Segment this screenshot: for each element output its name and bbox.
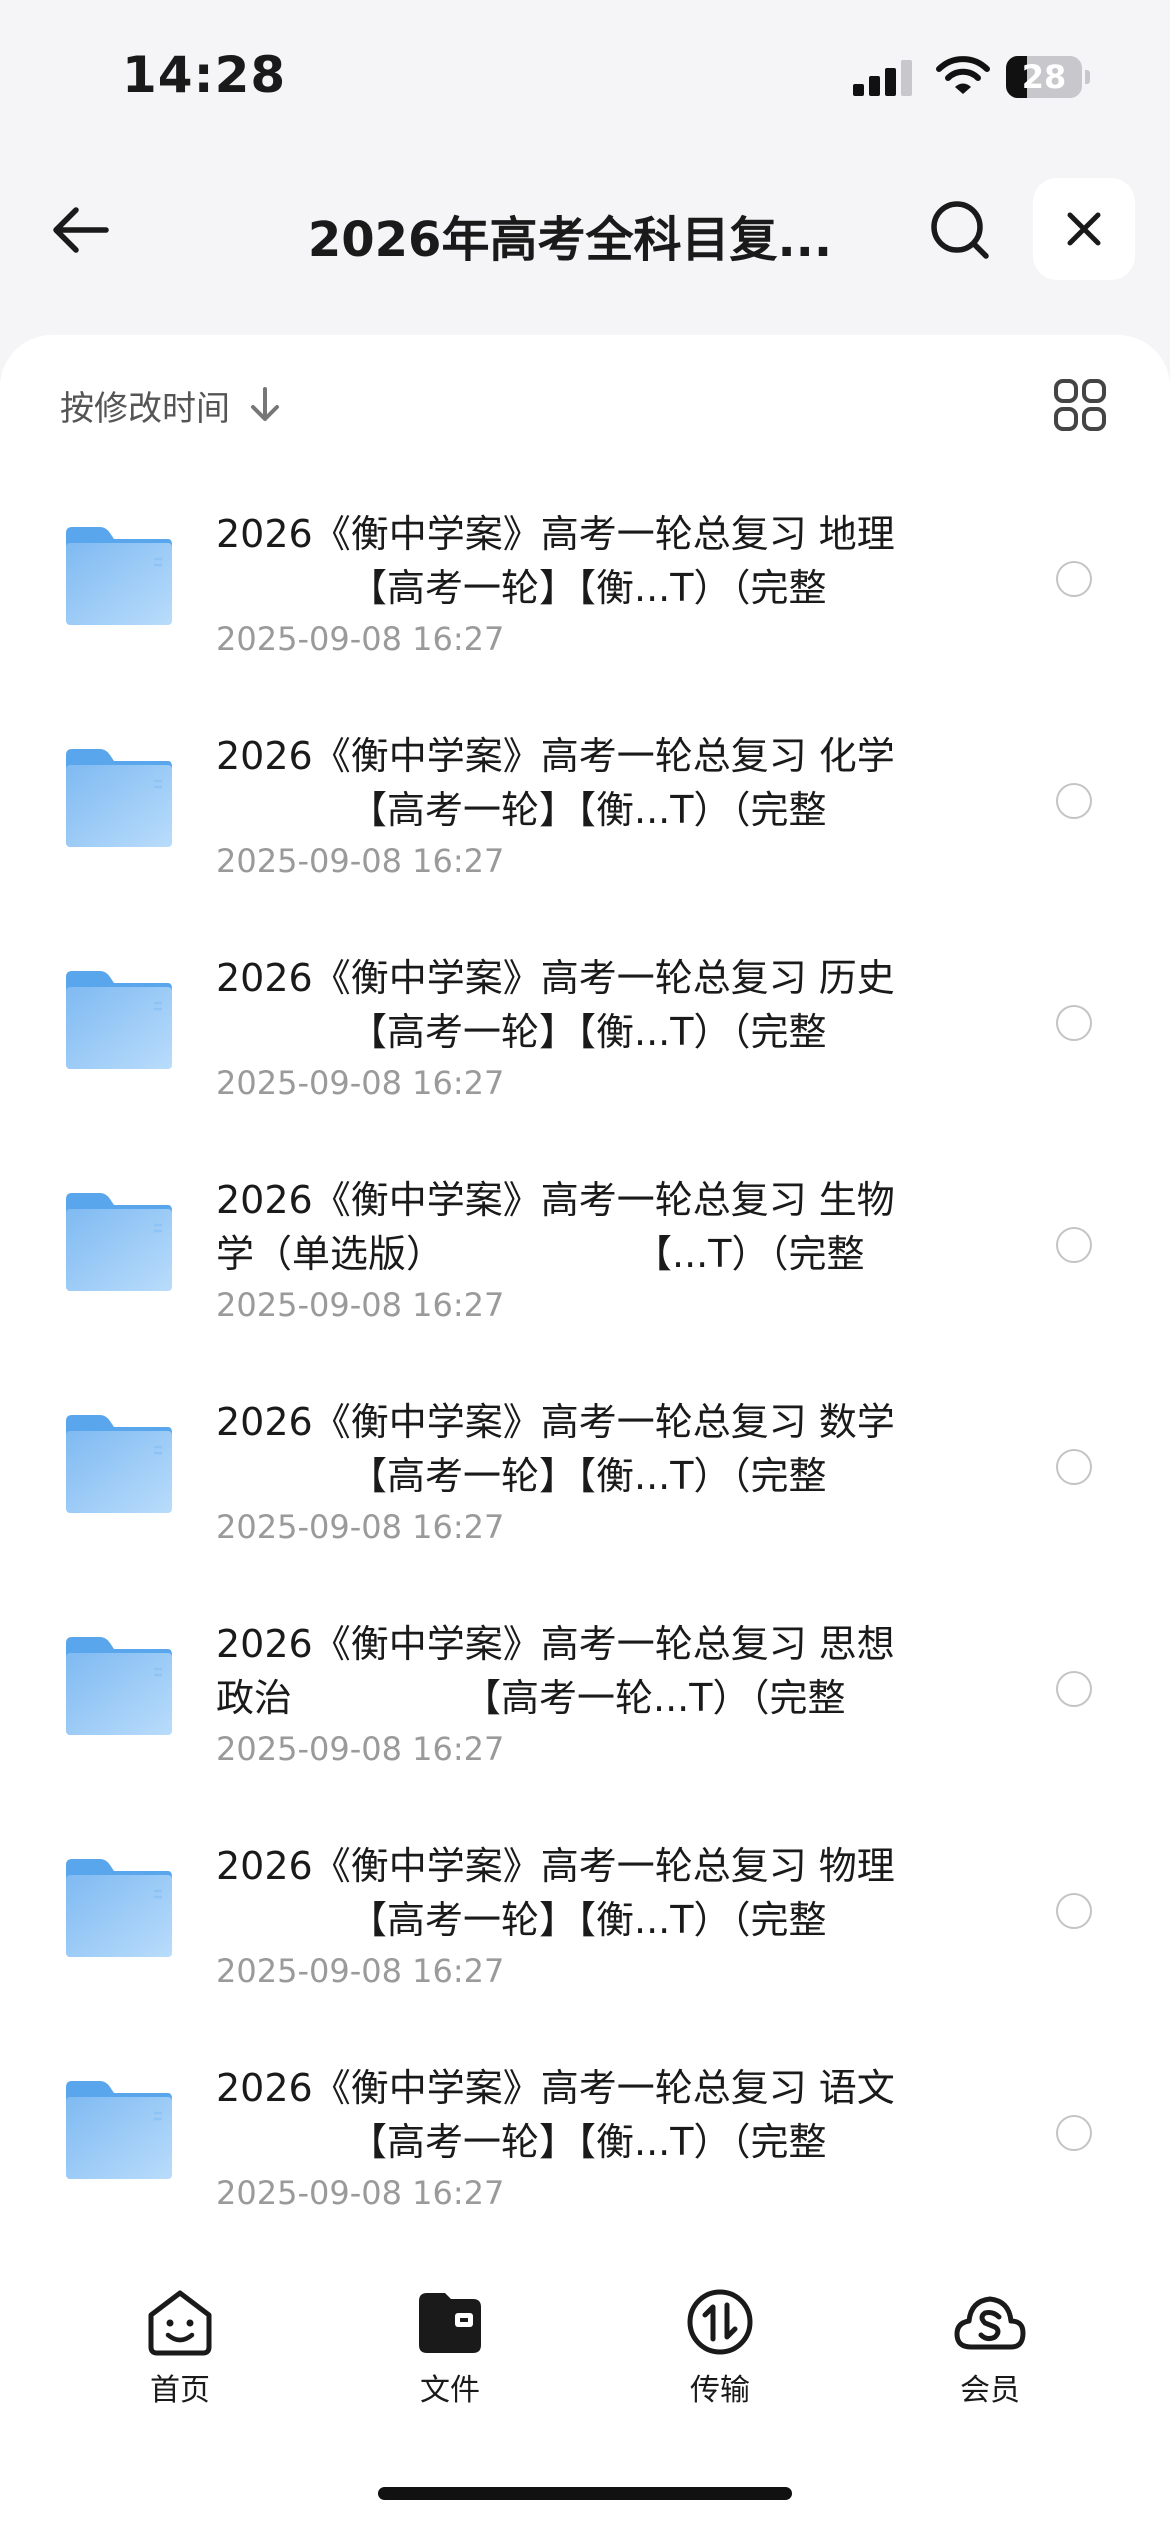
file-date: 2025-09-08 16:27 <box>216 2174 505 2212</box>
file-name: 2026《衡中学案》高考一轮总复习 物理 【高考一轮】【衡...T）（完整 <box>216 1844 895 1942</box>
select-radio[interactable] <box>1056 2115 1092 2151</box>
list-item[interactable]: 2026《衡中学案》高考一轮总复习 数学 【高考一轮】【衡...T）（完整 20… <box>0 1353 1170 1575</box>
home-smile-icon <box>148 2290 212 2356</box>
tab-label: 传输 <box>690 2373 750 2408</box>
arrow-left-icon <box>53 207 109 253</box>
wifi-icon <box>936 56 990 94</box>
arrow-down-icon <box>251 387 279 421</box>
battery-icon: 28 <box>1006 56 1090 98</box>
navigation-bar: 2026年高考全科目复... <box>0 160 1170 300</box>
list-item[interactable]: 2026《衡中学案》高考一轮总复习 历史 【高考一轮】【衡...T）（完整 20… <box>0 909 1170 1131</box>
file-date: 2025-09-08 16:27 <box>216 1730 505 1768</box>
list-item[interactable]: 2026《衡中学案》高考一轮总复习 地理 【高考一轮】【衡...T）（完整 20… <box>0 465 1170 687</box>
list-item[interactable]: 2026《衡中学案》高考一轮总复习 物理 【高考一轮】【衡...T）（完整 20… <box>0 1797 1170 2019</box>
select-radio[interactable] <box>1056 1227 1092 1263</box>
file-name: 2026《衡中学案》高考一轮总复习 数学 【高考一轮】【衡...T）（完整 <box>216 1400 895 1498</box>
select-radio[interactable] <box>1056 1671 1092 1707</box>
tab-files[interactable]: 文件 <box>350 2285 550 2425</box>
tab-transfer[interactable]: 传输 <box>620 2285 820 2425</box>
status-time: 14:28 <box>122 46 287 104</box>
home-indicator <box>378 2487 792 2500</box>
search-button[interactable] <box>920 190 1000 270</box>
file-name: 2026《衡中学案》高考一轮总复习 历史 【高考一轮】【衡...T）（完整 <box>216 956 895 1054</box>
file-date: 2025-09-08 16:27 <box>216 620 505 658</box>
tab-bar: 首页 文件 传输 会员 <box>0 2235 1170 2532</box>
tab-label: 文件 <box>420 2373 480 2408</box>
file-date: 2025-09-08 16:27 <box>216 842 505 880</box>
file-name: 2026《衡中学案》高考一轮总复习 思想 政治 【高考一轮...T）（完整 <box>216 1622 895 1720</box>
list-item[interactable]: 2026《衡中学案》高考一轮总复习 化学 【高考一轮】【衡...T）（完整 20… <box>0 687 1170 909</box>
tab-label: 首页 <box>150 2373 210 2408</box>
folder-icon <box>66 527 172 625</box>
file-name: 2026《衡中学案》高考一轮总复习 生物 学（单选版） 【...T）（完整 <box>216 1178 895 1276</box>
select-radio[interactable] <box>1056 1893 1092 1929</box>
back-button[interactable] <box>40 190 120 270</box>
tab-vip[interactable]: 会员 <box>890 2285 1090 2425</box>
close-button[interactable] <box>1033 178 1135 280</box>
list-item[interactable]: 2026《衡中学案》高考一轮总复习 生物 学（单选版） 【...T）（完整 20… <box>0 1131 1170 1353</box>
search-icon <box>931 201 989 259</box>
select-radio[interactable] <box>1056 561 1092 597</box>
sort-selector[interactable]: 按修改时间 <box>60 375 282 435</box>
folder-icon <box>66 1637 172 1735</box>
vip-cloud-icon <box>954 2296 1026 2350</box>
select-radio[interactable] <box>1056 783 1092 819</box>
folder-icon <box>66 1859 172 1957</box>
close-icon <box>1067 212 1101 246</box>
select-radio[interactable] <box>1056 1005 1092 1041</box>
file-date: 2025-09-08 16:27 <box>216 1952 505 1990</box>
file-name: 2026《衡中学案》高考一轮总复习 语文 【高考一轮】【衡...T）（完整 <box>216 2066 895 2164</box>
folder-icon <box>66 749 172 847</box>
file-date: 2025-09-08 16:27 <box>216 1064 505 1102</box>
cellular-signal-icon <box>853 60 913 96</box>
status-bar: 14:28 28 <box>0 0 1170 150</box>
file-list: 2026《衡中学案》高考一轮总复习 地理 【高考一轮】【衡...T）（完整 20… <box>0 465 1170 2241</box>
transfer-icon <box>687 2289 753 2355</box>
folder-icon <box>66 2081 172 2179</box>
folder-icon <box>66 971 172 1069</box>
file-date: 2025-09-08 16:27 <box>216 1286 505 1324</box>
tab-label: 会员 <box>960 2373 1020 2408</box>
file-name: 2026《衡中学案》高考一轮总复习 地理 【高考一轮】【衡...T）（完整 <box>216 512 895 610</box>
tab-home[interactable]: 首页 <box>80 2285 280 2425</box>
page-title: 2026年高考全科目复... <box>307 212 833 268</box>
file-list-panel: 按修改时间 2026《衡中学案》高考一轮总复习 地理 【高考一轮】【衡...T）… <box>0 335 1170 2235</box>
file-date: 2025-09-08 16:27 <box>216 1508 505 1546</box>
folder-icon <box>66 1415 172 1513</box>
select-radio[interactable] <box>1056 1449 1092 1485</box>
battery-level: 28 <box>1021 58 1067 96</box>
file-name: 2026《衡中学案》高考一轮总复习 化学 【高考一轮】【衡...T）（完整 <box>216 734 895 832</box>
folder-icon <box>419 2293 481 2353</box>
sort-label: 按修改时间 <box>60 388 230 429</box>
file-browser-screen: 14:28 28 2026年高考全科目复... 按修改时间 2026《衡中学案》… <box>0 0 1170 2532</box>
grid-view-icon[interactable] <box>1050 375 1110 435</box>
list-item[interactable]: 2026《衡中学案》高考一轮总复习 思想 政治 【高考一轮...T）（完整 20… <box>0 1575 1170 1797</box>
list-item[interactable]: 2026《衡中学案》高考一轮总复习 语文 【高考一轮】【衡...T）（完整 20… <box>0 2019 1170 2241</box>
folder-icon <box>66 1193 172 1291</box>
